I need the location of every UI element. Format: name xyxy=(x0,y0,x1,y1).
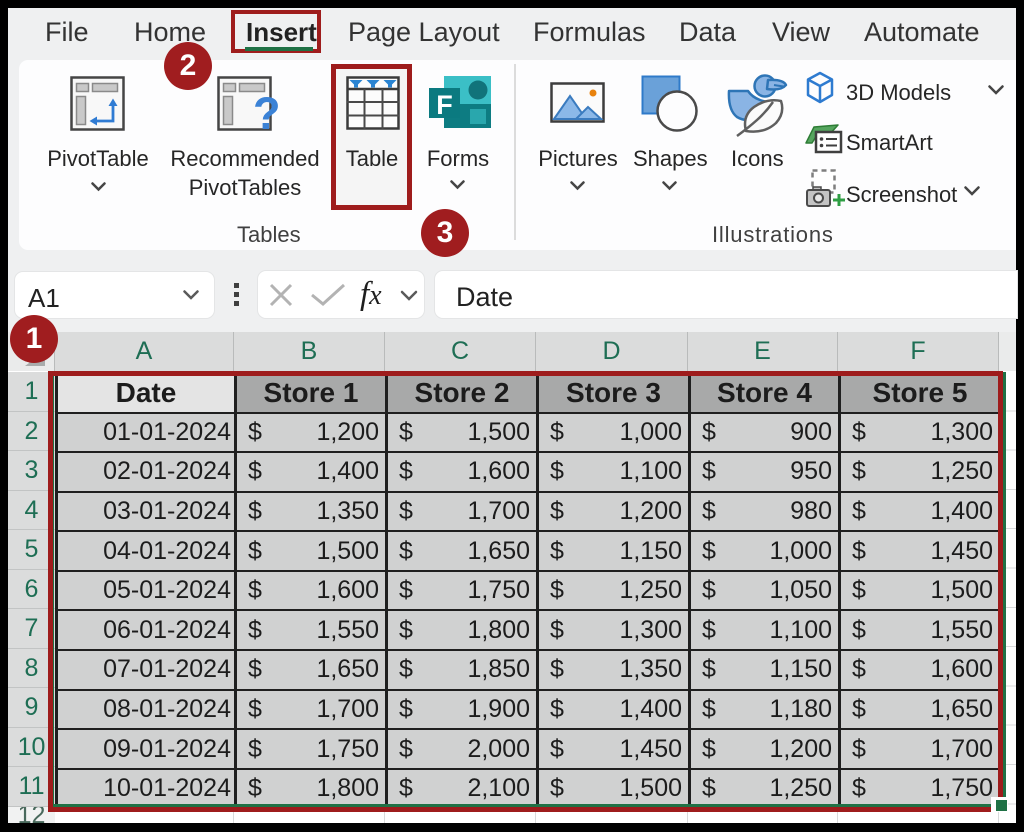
svg-text:?: ? xyxy=(253,88,279,134)
svg-text:F: F xyxy=(436,90,453,120)
